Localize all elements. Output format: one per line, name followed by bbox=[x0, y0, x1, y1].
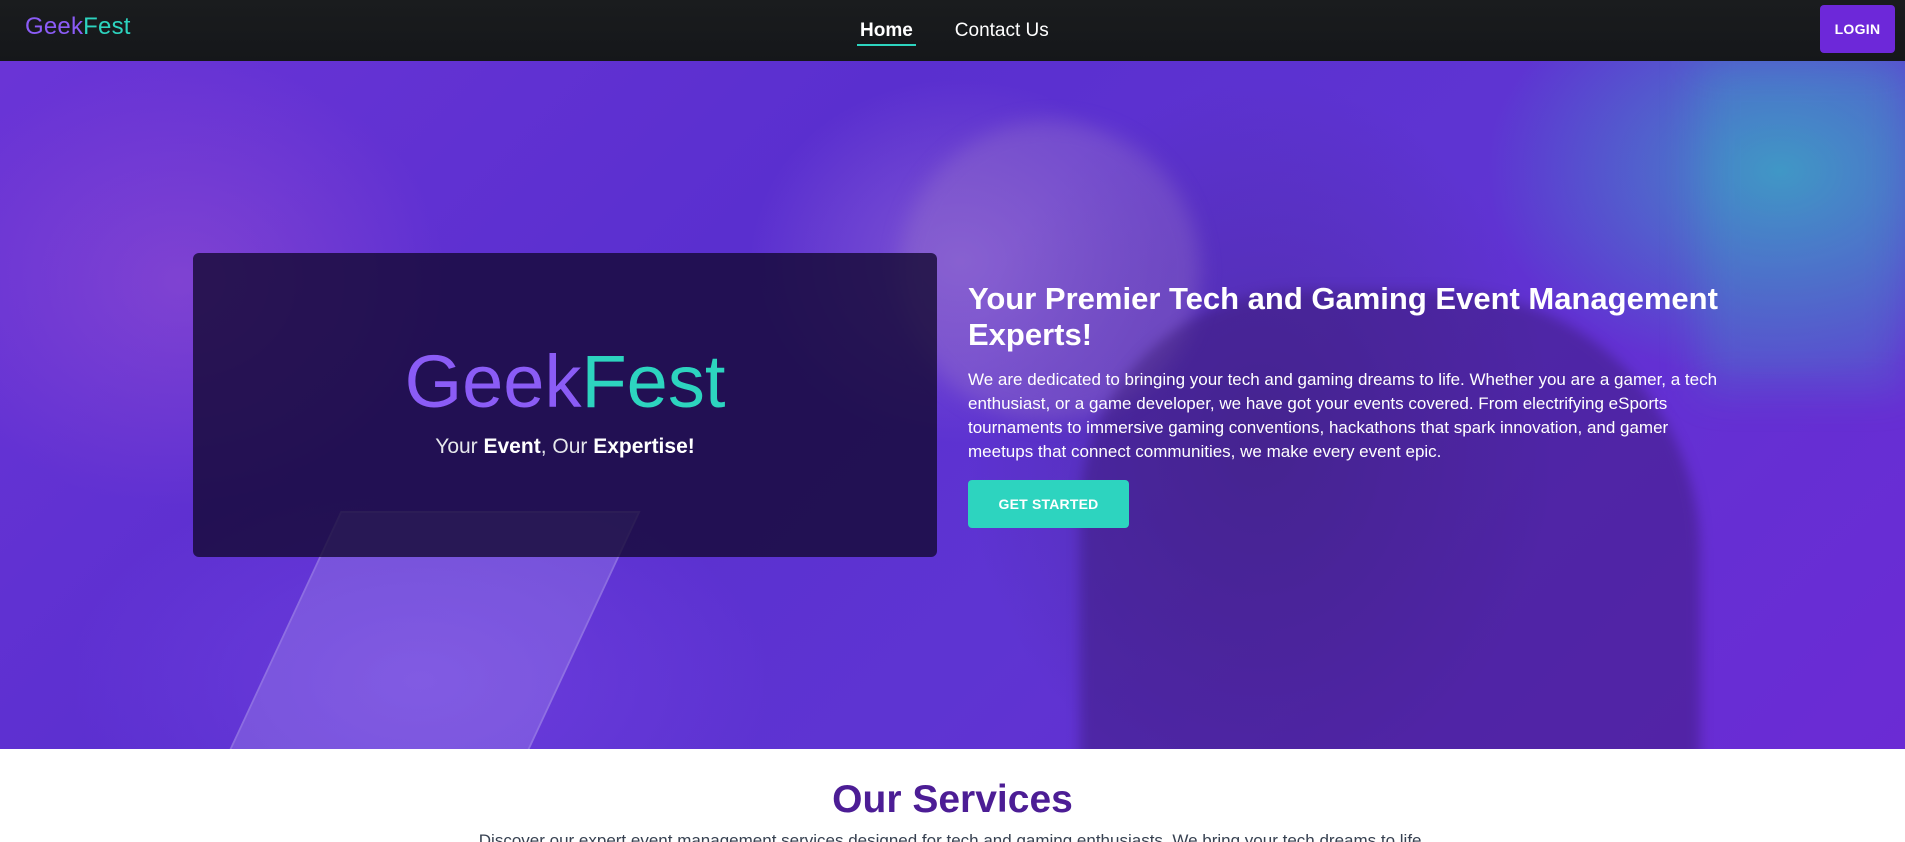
tagline-your: Your bbox=[435, 435, 484, 458]
hero-tagline: Your Event, Our Expertise! bbox=[193, 435, 937, 459]
brand-logo[interactable]: GeekFest bbox=[25, 13, 131, 41]
nav-link-home[interactable]: Home bbox=[855, 0, 918, 61]
brand-fest-text: Fest bbox=[83, 13, 131, 40]
navbar: GeekFest Home Contact Us LOGIN bbox=[0, 0, 1905, 61]
hero-heading: Your Premier Tech and Gaming Event Manag… bbox=[968, 281, 1718, 352]
hero-background-person-body bbox=[1080, 291, 1700, 749]
brand-geek-text: Geek bbox=[25, 13, 84, 40]
hero-brand-title: GeekFest bbox=[193, 345, 937, 419]
tagline-expertise: Expertise! bbox=[593, 435, 695, 458]
get-started-button[interactable]: GET STARTED bbox=[968, 480, 1129, 528]
nav-link-contact-us[interactable]: Contact Us bbox=[950, 0, 1054, 61]
hero-title-geek: Geek bbox=[404, 340, 582, 423]
hero-title-fest: Fest bbox=[581, 340, 726, 423]
tagline-event: Event bbox=[483, 435, 541, 458]
hero-brand-card: GeekFest Your Event, Our Expertise! bbox=[193, 253, 937, 557]
hero-background-glow bbox=[1700, 61, 1905, 391]
nav-links: Home Contact Us bbox=[855, 0, 1054, 61]
hero-section: GeekFest Your Event, Our Expertise! Your… bbox=[0, 61, 1905, 749]
hero-description: We are dedicated to bringing your tech a… bbox=[968, 370, 1718, 461]
services-description: Discover our expert event management ser… bbox=[478, 831, 1427, 842]
login-button[interactable]: LOGIN bbox=[1820, 5, 1895, 53]
tagline-our: , Our bbox=[540, 435, 594, 458]
services-title: Our Services bbox=[832, 778, 1073, 821]
